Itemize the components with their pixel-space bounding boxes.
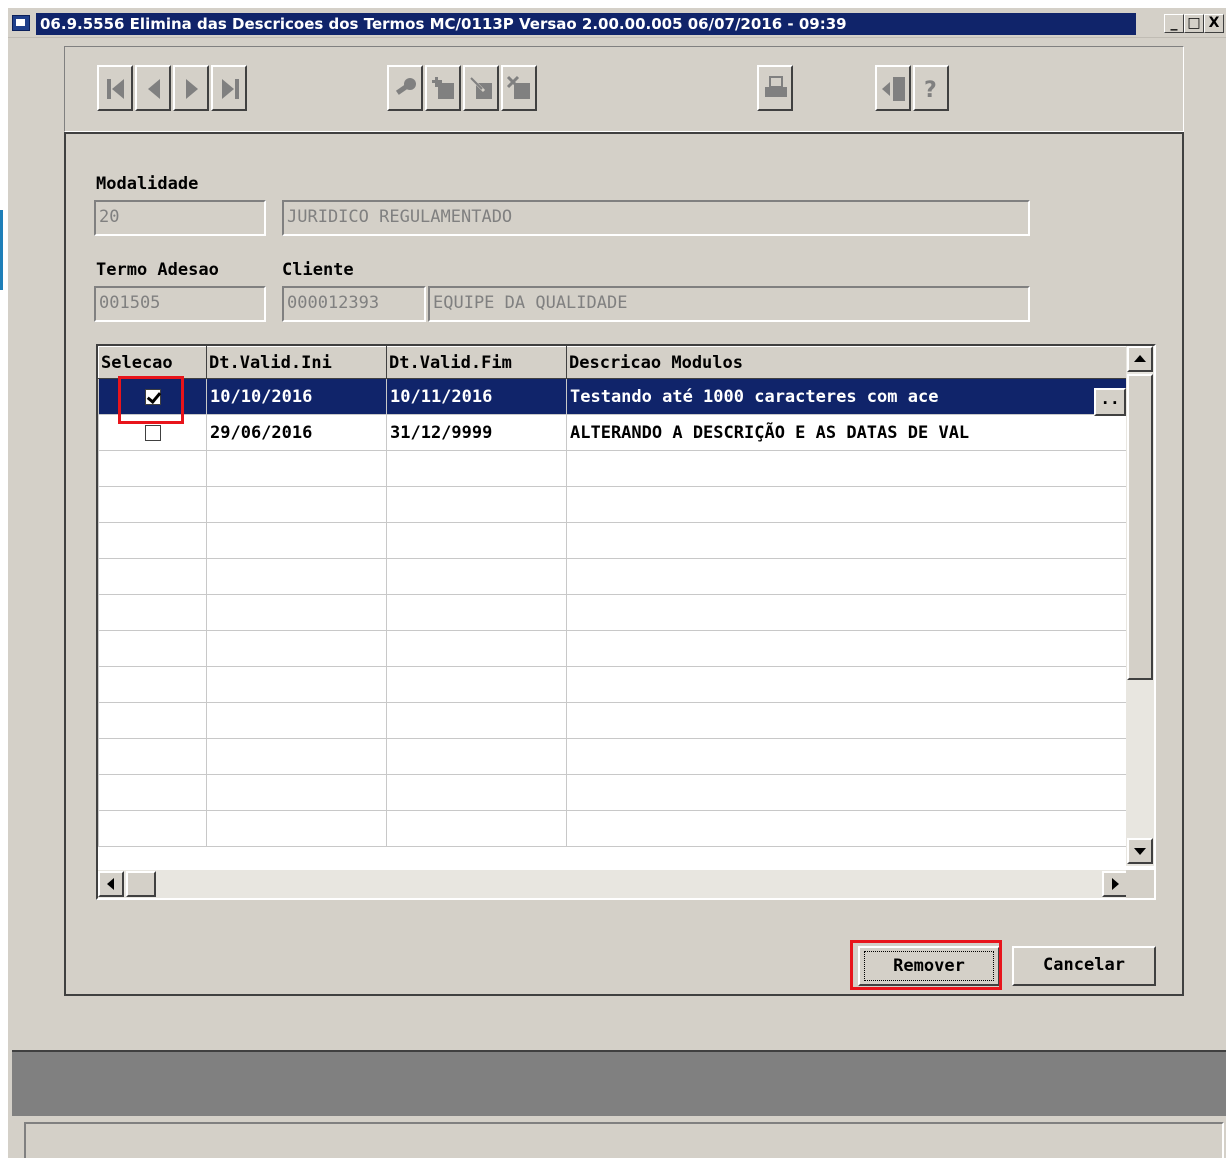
vertical-scrollbar[interactable]	[1126, 346, 1154, 866]
edit-button[interactable]	[463, 65, 499, 111]
scroll-down-button[interactable]	[1127, 838, 1153, 864]
title-bar: 06.9.5556 Elimina das Descricoes dos Ter…	[8, 8, 1226, 38]
descricao-cell[interactable]: Testando até 1000 caracteres com ace	[566, 378, 1127, 415]
table-row[interactable]: 29/06/2016 31/12/9999 ALTERANDO A DESCRI…	[98, 414, 1127, 451]
status-bar	[24, 1122, 1224, 1158]
column-header-descricao[interactable]: Descricao Modulos	[566, 346, 1127, 379]
exit-icon	[882, 77, 905, 101]
cancelar-button[interactable]: Cancelar	[1012, 946, 1156, 986]
scroll-up-button[interactable]	[1127, 346, 1153, 372]
previous-record-button[interactable]	[135, 65, 171, 111]
horizontal-scrollbar[interactable]	[98, 870, 1130, 898]
first-icon	[107, 79, 124, 99]
main-panel: Modalidade 20 JURIDICO REGULAMENTADO Ter…	[64, 132, 1184, 996]
add-button[interactable]	[425, 65, 461, 111]
print-button[interactable]	[757, 65, 793, 111]
column-header-selecao[interactable]: Selecao	[98, 346, 207, 379]
description-grid[interactable]: Selecao Dt.Valid.Ini Dt.Valid.Fim Descri…	[96, 344, 1156, 900]
search-button[interactable]	[387, 65, 423, 111]
next-icon	[186, 79, 198, 99]
empty-row	[98, 486, 1127, 523]
dt-valid-fim-cell[interactable]: 10/11/2016	[386, 378, 567, 415]
dt-valid-ini-cell[interactable]: 10/10/2016	[206, 378, 387, 415]
empty-row	[98, 558, 1127, 595]
scrollbar-corner	[1126, 870, 1154, 898]
cliente-name-field: EQUIPE DA QUALIDADE	[428, 286, 1030, 322]
empty-row	[98, 594, 1127, 631]
window-icon	[12, 15, 30, 31]
empty-row	[98, 738, 1127, 775]
column-header-dt-valid-fim[interactable]: Dt.Valid.Fim	[386, 346, 567, 379]
window-controls: _ □ X	[1164, 14, 1224, 33]
cliente-code-field: 000012393	[282, 286, 426, 322]
delete-button[interactable]	[501, 65, 537, 111]
minimize-button[interactable]: _	[1164, 14, 1184, 33]
selection-checkbox[interactable]	[144, 424, 161, 441]
scroll-left-button[interactable]	[98, 871, 124, 897]
termo-adesao-label: Termo Adesao	[96, 260, 219, 280]
key-icon	[395, 78, 416, 95]
grid-table: Selecao Dt.Valid.Ini Dt.Valid.Fim Descri…	[98, 346, 1127, 847]
left-edge-accent	[0, 210, 3, 290]
toolbar: ?	[64, 46, 1184, 132]
previous-icon	[148, 79, 160, 99]
empty-row	[98, 450, 1127, 487]
table-row[interactable]: 10/10/2016 10/11/2016 Testando até 1000 …	[98, 378, 1127, 415]
edit-icon	[469, 76, 492, 99]
empty-row	[98, 666, 1127, 703]
modalidade-description-field: JURIDICO REGULAMENTADO	[282, 200, 1030, 236]
modalidade-code-field: 20	[94, 200, 266, 236]
empty-row	[98, 630, 1127, 667]
vertical-scroll-thumb[interactable]	[1127, 374, 1153, 680]
dt-valid-fim-cell[interactable]: 31/12/9999	[386, 414, 567, 451]
arrow-down-icon	[1134, 848, 1146, 855]
printer-icon	[765, 76, 787, 97]
close-button[interactable]: X	[1204, 14, 1224, 33]
help-icon: ?	[924, 78, 937, 103]
arrow-right-icon	[1112, 878, 1119, 890]
scroll-right-button[interactable]	[1102, 871, 1128, 897]
descricao-cell[interactable]: ALTERANDO A DESCRIÇÃO E AS DATAS DE VAL	[566, 414, 1127, 451]
expand-description-button[interactable]: ..	[1094, 388, 1126, 416]
arrow-up-icon	[1134, 355, 1146, 362]
cliente-label: Cliente	[282, 260, 354, 280]
last-record-button[interactable]	[211, 65, 247, 111]
delete-icon	[506, 75, 530, 99]
window-title: 06.9.5556 Elimina das Descricoes dos Ter…	[36, 13, 1136, 35]
next-record-button[interactable]	[173, 65, 209, 111]
exit-button[interactable]	[875, 65, 911, 111]
dt-valid-ini-cell[interactable]: 29/06/2016	[206, 414, 387, 451]
termo-adesao-field: 001505	[94, 286, 266, 322]
empty-row	[98, 810, 1127, 847]
last-icon	[222, 79, 239, 99]
remover-highlight-box	[850, 940, 1002, 990]
empty-row	[98, 774, 1127, 811]
column-header-dt-valid-ini[interactable]: Dt.Valid.Ini	[206, 346, 387, 379]
first-record-button[interactable]	[97, 65, 133, 111]
checkbox-highlight-box	[118, 376, 184, 424]
grid-header-row: Selecao Dt.Valid.Ini Dt.Valid.Fim Descri…	[98, 346, 1127, 379]
help-button[interactable]: ?	[913, 65, 949, 111]
svg-text:?: ?	[924, 78, 937, 103]
arrow-left-icon	[107, 878, 114, 890]
status-area	[12, 1050, 1226, 1116]
modalidade-label: Modalidade	[96, 174, 199, 194]
application-window: 06.9.5556 Elimina das Descricoes dos Ter…	[8, 8, 1226, 1158]
maximize-button[interactable]: □	[1184, 14, 1204, 33]
empty-row	[98, 522, 1127, 559]
add-icon	[432, 77, 454, 99]
empty-row	[98, 702, 1127, 739]
horizontal-scroll-thumb[interactable]	[126, 871, 156, 897]
